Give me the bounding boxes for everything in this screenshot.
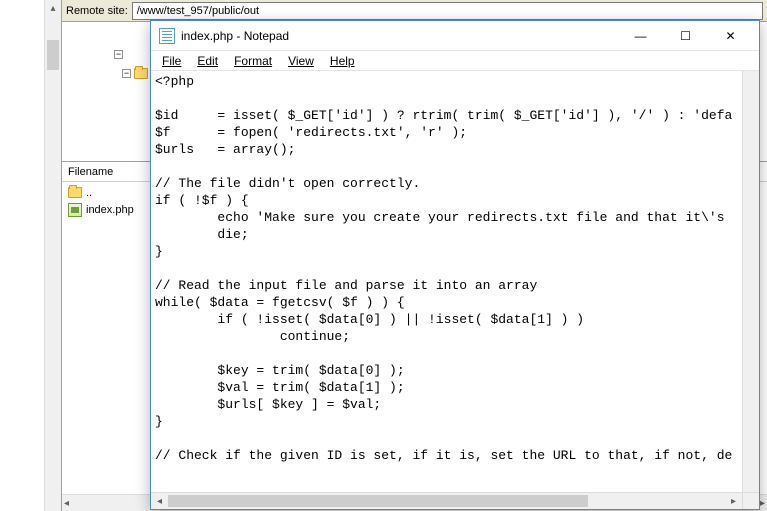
tree-collapse-icon[interactable]: −	[122, 69, 131, 78]
menu-help[interactable]: Help	[323, 53, 362, 69]
remote-site-label: Remote site:	[66, 5, 128, 17]
scroll-left-icon[interactable]: ◂	[64, 498, 69, 509]
editor-v-scrollbar[interactable]	[742, 71, 759, 492]
remote-path-bar: Remote site:	[62, 0, 767, 22]
text-editor[interactable]: <?php $id = isset( $_GET['id'] ) ? rtrim…	[151, 71, 742, 492]
notepad-app-icon	[159, 28, 175, 44]
window-controls: — ☐ ✕	[618, 22, 753, 50]
scroll-right-icon[interactable]: ▸	[760, 498, 765, 509]
scroll-right-icon[interactable]: ▸	[725, 493, 742, 510]
scroll-corner	[742, 493, 759, 510]
titlebar[interactable]: index.php - Notepad — ☐ ✕	[151, 21, 759, 51]
folder-icon	[134, 68, 148, 79]
scroll-track[interactable]	[168, 493, 725, 509]
minimize-button[interactable]: —	[618, 22, 663, 50]
menu-edit[interactable]: Edit	[190, 53, 225, 69]
local-tree-pane: ▴	[0, 0, 62, 511]
notepad-window: index.php - Notepad — ☐ ✕ File Edit Form…	[150, 20, 760, 510]
menubar: File Edit Format View Help	[151, 51, 759, 71]
remote-path-input[interactable]	[132, 2, 763, 20]
file-name: index.php	[86, 204, 134, 216]
scroll-up-icon[interactable]: ▴	[45, 0, 61, 17]
menu-file[interactable]: File	[155, 53, 188, 69]
parent-folder-icon	[68, 187, 82, 198]
scroll-left-icon[interactable]: ◂	[151, 493, 168, 510]
close-button[interactable]: ✕	[708, 22, 753, 50]
editor-area: <?php $id = isset( $_GET['id'] ) ? rtrim…	[151, 71, 759, 509]
menu-view[interactable]: View	[281, 53, 321, 69]
local-tree-scrollbar[interactable]: ▴	[44, 0, 61, 511]
tree-node[interactable]: −	[114, 50, 123, 59]
window-title: index.php - Notepad	[181, 29, 618, 43]
editor-h-scrollbar[interactable]: ◂ ▸	[151, 492, 759, 509]
file-name: ..	[86, 187, 92, 199]
menu-format[interactable]: Format	[227, 53, 279, 69]
tree-collapse-icon[interactable]: −	[114, 50, 123, 59]
scroll-thumb[interactable]	[168, 495, 588, 507]
php-file-icon	[68, 203, 82, 217]
maximize-button[interactable]: ☐	[663, 22, 708, 50]
tree-node[interactable]: −	[122, 68, 148, 79]
scroll-thumb[interactable]	[47, 40, 59, 70]
